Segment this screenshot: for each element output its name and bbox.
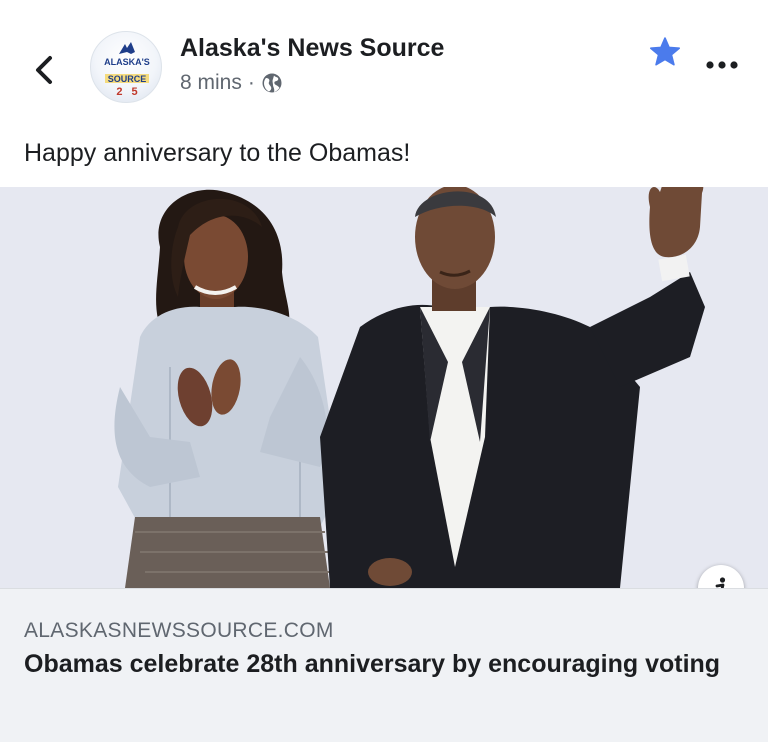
link-domain: ALASKASNEWSSOURCE.COM (24, 619, 334, 642)
post-caption: Happy anniversary to the Obamas! (24, 139, 411, 167)
avatar-digit-5: 5 (131, 86, 138, 98)
chevron-left-icon (36, 56, 52, 84)
meta-separator: · (247, 71, 255, 94)
couple-waving-photo (0, 187, 768, 588)
star-icon (649, 37, 681, 66)
more-dots-icon (706, 61, 738, 69)
post-header: ALASKA'S SOURCE 25 Alaska's News Source … (0, 0, 768, 120)
page-name[interactable]: Alaska's News Source (180, 34, 444, 63)
page-avatar[interactable]: ALASKA'S SOURCE 25 (90, 31, 162, 103)
link-preview-card[interactable]: ALASKASNEWSSOURCE.COM Obamas celebrate 2… (0, 588, 768, 742)
favorite-star-button[interactable] (648, 36, 682, 68)
avatar-text-line1: ALASKA'S (104, 57, 150, 67)
avatar-digit-2: 2 (116, 86, 123, 98)
link-preview-image[interactable] (0, 187, 768, 588)
post-timestamp[interactable]: 8 mins (180, 71, 242, 95)
link-title[interactable]: Obamas celebrate 28th anniversary by enc… (24, 649, 724, 679)
post-meta: 8 mins · (180, 71, 283, 95)
more-options-button[interactable] (704, 58, 740, 72)
back-button[interactable] (30, 50, 60, 90)
avatar-channel-number: 25 (91, 86, 161, 98)
avatar-text-line2: SOURCE (107, 74, 147, 84)
globe-icon (262, 73, 282, 93)
